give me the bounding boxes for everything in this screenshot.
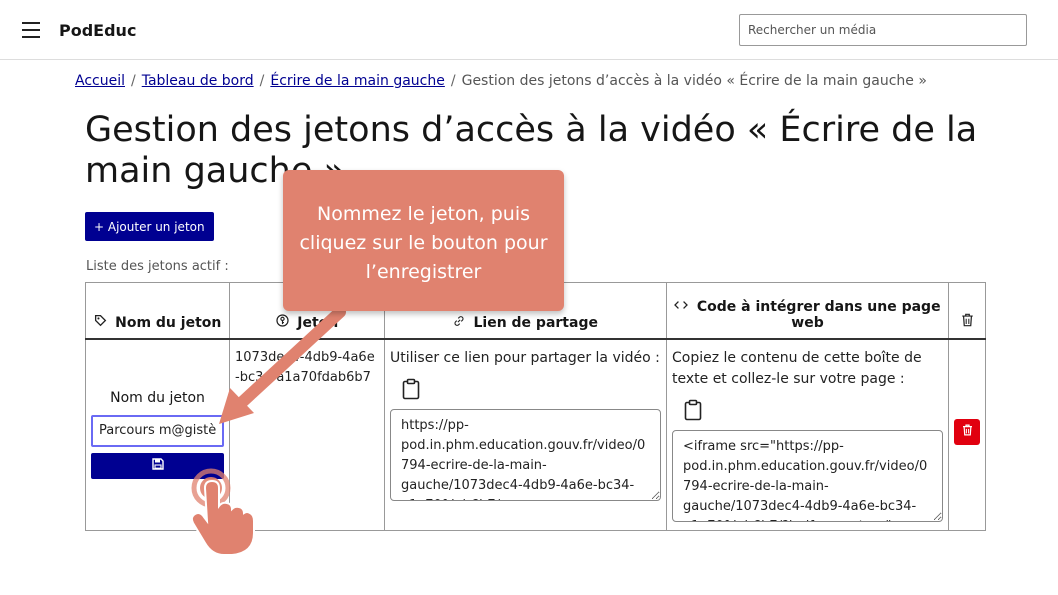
breadcrumb: Accueil / Tableau de bord / Écrire de la mai…	[75, 73, 927, 89]
search-input[interactable]	[739, 14, 1027, 46]
breadcrumb-separator: /	[131, 73, 136, 89]
column-header-name: Nom du jeton	[85, 282, 230, 340]
breadcrumb-video[interactable]: Écrire de la main gauche	[270, 73, 445, 89]
delete-token-button[interactable]	[954, 418, 980, 445]
column-header-code: Code à intégrer dans une page web	[666, 282, 949, 340]
clipboard-icon[interactable]	[402, 378, 420, 400]
cell-code: Copiez le contenu de cette boîte de text…	[666, 338, 949, 531]
column-header-delete	[948, 282, 986, 340]
cell-link: Utiliser ce lien pour partager la vidéo …	[384, 338, 667, 531]
column-header-name-label: Nom du jeton	[115, 314, 222, 331]
column-header-code-label: Code à intégrer dans une page web	[696, 298, 941, 331]
share-link-instructions: Utiliser ce lien pour partager la vidéo …	[390, 349, 660, 366]
trash-icon	[961, 313, 974, 331]
token-name-input[interactable]	[91, 414, 224, 447]
breadcrumb-dashboard[interactable]: Tableau de bord	[142, 73, 254, 89]
token-value: 1073dec4-4db9-4a6e-bc34-a1a70fdab6b7	[235, 349, 375, 385]
top-bar: PodEduc	[0, 0, 1058, 60]
clipboard-icon[interactable]	[684, 399, 702, 421]
brand-name[interactable]: PodEduc	[59, 21, 136, 40]
menu-icon[interactable]	[22, 22, 40, 38]
key-circle-icon	[276, 313, 293, 331]
cell-delete	[948, 338, 986, 531]
link-icon	[453, 315, 469, 331]
share-link-textarea[interactable]: https://pp-pod.in.phm.education.gouv.fr/…	[390, 408, 661, 501]
trash-icon	[962, 424, 973, 439]
code-icon	[674, 299, 692, 315]
breadcrumb-separator: /	[259, 73, 265, 89]
breadcrumb-home[interactable]: Accueil	[75, 73, 125, 89]
token-list-label: Liste des jetons actif :	[86, 259, 229, 274]
tag-icon	[94, 314, 111, 331]
token-name-label: Nom du jeton	[110, 389, 205, 406]
column-header-token-label: Jeton	[297, 314, 339, 331]
tutorial-callout: Nommez le jeton, puis cliquez sur le bou…	[283, 170, 564, 311]
column-header-link-label: Lien de partage	[473, 314, 598, 331]
save-icon	[151, 458, 164, 473]
embed-code-instructions: Copiez le contenu de cette boîte de text…	[672, 349, 922, 387]
pointer-hand-icon	[190, 468, 255, 556]
breadcrumb-current: Gestion des jetons d’accès à la vidéo « …	[461, 73, 927, 89]
breadcrumb-separator: /	[450, 73, 456, 89]
add-token-button[interactable]: + Ajouter un jeton	[85, 212, 214, 241]
embed-code-textarea[interactable]: <iframe src="https://pp-pod.in.phm.educa…	[672, 429, 943, 522]
